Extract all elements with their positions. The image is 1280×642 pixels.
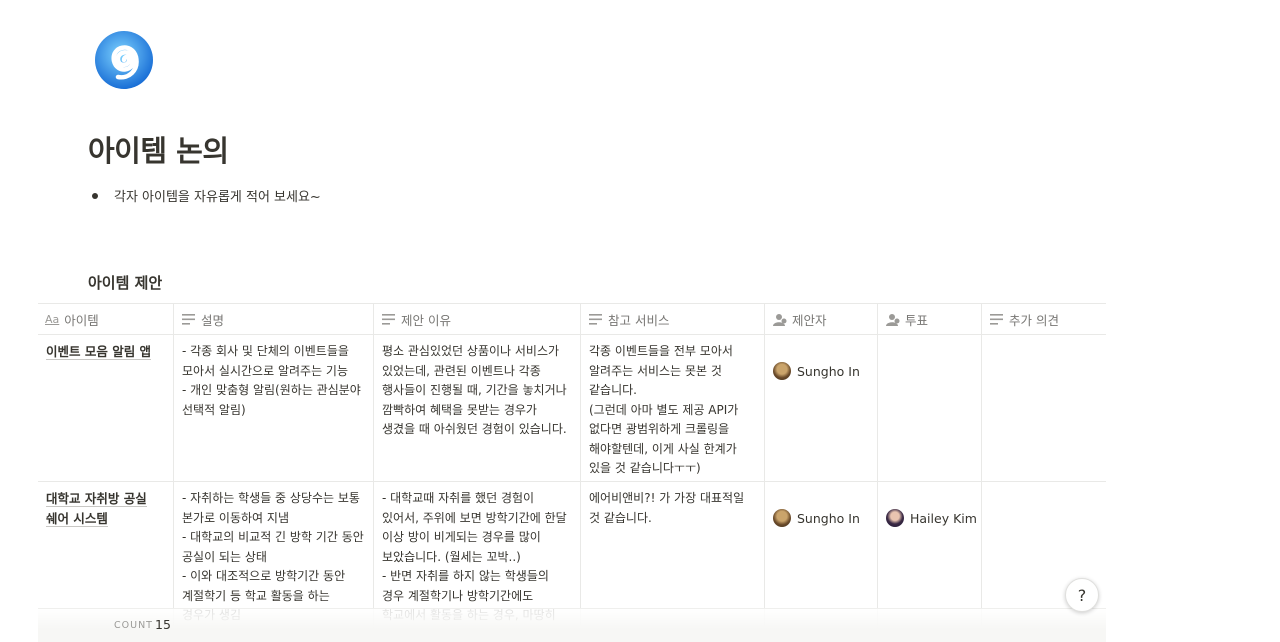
bullet-item[interactable]: 각자 아이템을 자유롭게 적어 보세요~ <box>92 186 321 205</box>
cell-reason[interactable]: 평소 관심있었던 상품이나 서비스가 있었는데, 관련된 이벤트나 각종 행사들… <box>374 335 581 481</box>
person-chip: Sungho In <box>773 362 869 382</box>
avatar <box>773 509 791 528</box>
column-header-reason[interactable]: 제안 이유 <box>374 304 581 334</box>
person-name: Sungho In <box>797 510 860 526</box>
text-lines-icon <box>989 313 1004 325</box>
column-header-label: 투표 <box>905 312 929 328</box>
column-header-label: 추가 의견 <box>1009 312 1059 328</box>
table-header: Aa 아이템 설명 제안 이유 참고 서비스 제안자 투표 추가 의견 <box>38 303 1106 335</box>
database-table: Aa 아이템 설명 제안 이유 참고 서비스 제안자 투표 추가 의견 이벤트 … <box>38 303 1106 642</box>
cell-item-name[interactable]: 이벤트 모음 알림 앱 <box>38 335 174 481</box>
question-icon: ? <box>1077 585 1087 605</box>
avatar <box>886 509 904 528</box>
bullet-dot-icon <box>92 192 98 199</box>
text-lines-icon <box>588 313 603 325</box>
table-row[interactable]: 이벤트 모음 알림 앱 - 각종 회사 및 단체의 이벤트들을 모아서 실시간으… <box>38 335 1106 482</box>
title-aa-icon: Aa <box>45 312 60 326</box>
column-header-label: 참고 서비스 <box>608 312 670 328</box>
page-title[interactable]: 아이템 논의 <box>88 128 229 170</box>
avatar <box>773 362 791 381</box>
spiral-icon[interactable] <box>92 27 156 91</box>
column-header-desc[interactable]: 설명 <box>174 304 374 334</box>
cell-proposer[interactable]: Sungho In <box>765 335 878 481</box>
help-button[interactable]: ? <box>1065 578 1099 612</box>
column-header-reference[interactable]: 참고 서비스 <box>581 304 765 334</box>
column-header-vote[interactable]: 투표 <box>878 304 982 334</box>
person-chip: Sungho In <box>773 509 869 529</box>
column-header-item[interactable]: Aa 아이템 <box>38 304 174 334</box>
count-value[interactable]: 15 <box>155 617 171 632</box>
person-name: Hailey Kim <box>910 510 977 526</box>
column-header-comment[interactable]: 추가 의견 <box>982 304 1106 334</box>
column-header-label: 아이템 <box>64 312 99 328</box>
person-icon <box>772 313 787 326</box>
cell-reference[interactable]: 각종 이벤트들을 전부 모아서 알려주는 서비스는 못본 것 같습니다. (그런… <box>581 335 765 481</box>
database-title[interactable]: 아이템 제안 <box>88 272 162 293</box>
column-header-proposer[interactable]: 제안자 <box>765 304 878 334</box>
table-footer: COUNT 15 <box>38 608 1106 642</box>
notion-page: 아이템 논의 각자 아이템을 자유롭게 적어 보세요~ 아이템 제안 Aa 아이… <box>0 0 1280 642</box>
column-header-label: 제안 이유 <box>401 312 451 328</box>
bullet-text[interactable]: 각자 아이템을 자유롭게 적어 보세요~ <box>114 186 321 205</box>
person-chip: Hailey Kim <box>886 509 977 529</box>
person-icon <box>885 313 900 326</box>
column-header-label: 제안자 <box>792 312 827 328</box>
person-name: Sungho In <box>797 363 860 379</box>
column-header-label: 설명 <box>201 312 225 328</box>
text-lines-icon <box>381 313 396 325</box>
text-lines-icon <box>181 313 196 325</box>
cell-vote[interactable] <box>878 335 982 481</box>
count-label[interactable]: COUNT <box>114 620 153 631</box>
cell-comment[interactable] <box>982 335 1106 481</box>
cell-desc[interactable]: - 각종 회사 및 단체의 이벤트들을 모아서 실시간으로 알려주는 기능 - … <box>174 335 374 481</box>
